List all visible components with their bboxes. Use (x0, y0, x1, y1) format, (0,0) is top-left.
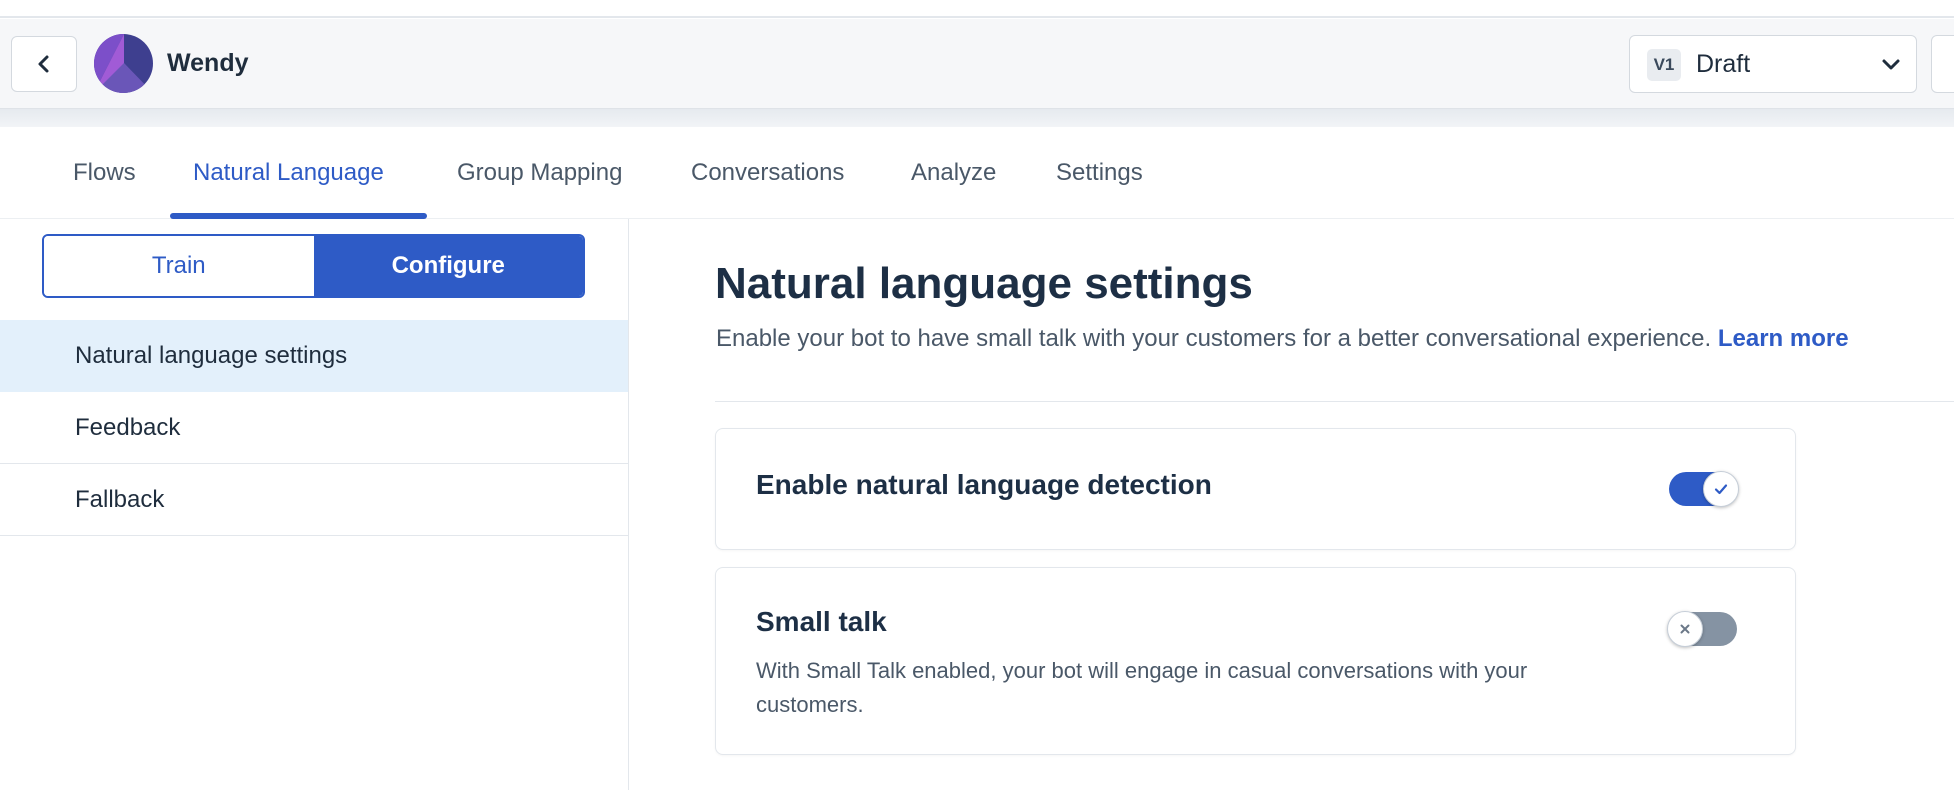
learn-more-link[interactable]: Learn more (1718, 325, 1849, 352)
app-header: Wendy V1 Draft (0, 19, 1954, 109)
version-badge: V1 (1647, 49, 1681, 81)
top-border (0, 0, 1954, 18)
configure-button[interactable]: Configure (313, 236, 583, 296)
bot-avatar-icon (94, 34, 153, 93)
divider (715, 401, 1954, 402)
sidebar-item-feedback[interactable]: Feedback (0, 392, 628, 464)
tab-conversations[interactable]: Conversations (691, 127, 844, 219)
version-dropdown[interactable]: V1 Draft (1629, 35, 1917, 93)
sidebar-item-natural-language-settings[interactable]: Natural language settings (0, 320, 628, 392)
version-label: Draft (1696, 50, 1751, 78)
sidebar-item-label: Fallback (75, 485, 165, 513)
card-title: Small talk (756, 606, 887, 637)
chevron-left-icon (38, 55, 49, 73)
bot-name: Wendy (167, 49, 249, 77)
nl-detection-toggle[interactable] (1669, 471, 1739, 507)
train-configure-switch: Train Configure (42, 234, 585, 298)
back-button[interactable] (11, 36, 77, 92)
sidebar-item-label: Feedback (75, 413, 181, 441)
card-title: Enable natural language detection (756, 469, 1212, 500)
header-shadow (0, 109, 1954, 127)
tab-natural-language[interactable]: Natural Language (193, 127, 384, 219)
tab-analyze[interactable]: Analyze (911, 127, 996, 219)
chevron-down-icon (1882, 59, 1900, 70)
header-action-button[interactable] (1931, 35, 1954, 93)
main-tabs: Flows Natural Language Group Mapping Con… (0, 127, 1954, 219)
sidebar-item-fallback[interactable]: Fallback (0, 464, 628, 536)
tab-settings[interactable]: Settings (1056, 127, 1143, 219)
check-icon (1714, 484, 1728, 495)
tab-group-mapping[interactable]: Group Mapping (457, 127, 622, 219)
small-talk-card: Small talk With Small Talk enabled, your… (715, 567, 1796, 755)
description-text: Enable your bot to have small talk with … (716, 325, 1712, 352)
small-talk-toggle[interactable] (1667, 611, 1737, 647)
tab-flows[interactable]: Flows (73, 127, 136, 219)
sidebar-item-label: Natural language settings (75, 341, 348, 369)
main-content: Natural language settings Enable your bo… (630, 219, 1954, 790)
page-title: Natural language settings (715, 259, 1253, 308)
sidebar: Train Configure Natural language setting… (0, 219, 629, 790)
card-description: With Small Talk enabled, your bot will e… (756, 658, 1528, 717)
nl-detection-card: Enable natural language detection (715, 428, 1796, 550)
x-icon (1680, 624, 1690, 634)
page-description: Enable your bot to have small talk with … (716, 325, 1849, 353)
train-button[interactable]: Train (44, 236, 314, 296)
